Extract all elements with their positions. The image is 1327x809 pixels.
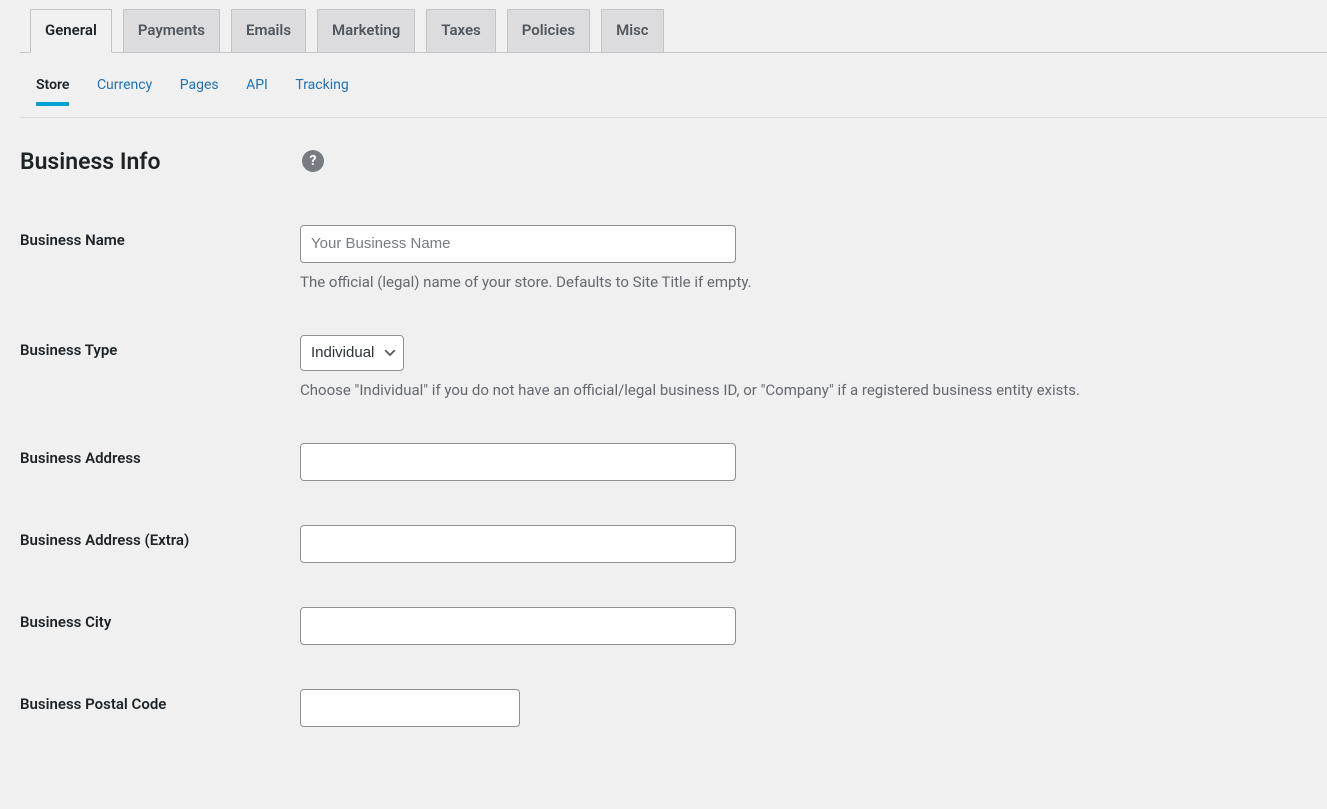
tab-taxes[interactable]: Taxes [426,9,495,52]
tab-general[interactable]: General [30,9,112,53]
main-tab-bar: General Payments Emails Marketing Taxes … [20,0,1327,53]
tab-policies[interactable]: Policies [507,9,590,52]
subtab-tracking[interactable]: Tracking [295,65,348,105]
row-business-name: Business Name The official (legal) name … [20,225,1307,291]
tab-misc[interactable]: Misc [601,9,664,52]
tab-payments[interactable]: Payments [123,9,220,52]
label-business-postal-code: Business Postal Code [20,689,300,713]
label-business-address: Business Address [20,443,300,467]
tab-marketing[interactable]: Marketing [317,9,415,52]
help-icon[interactable]: ? [302,150,324,172]
row-business-city: Business City [20,607,1307,645]
row-business-postal-code: Business Postal Code [20,689,1307,727]
label-business-address-extra: Business Address (Extra) [20,525,300,549]
subtab-currency[interactable]: Currency [97,65,152,105]
subtab-api[interactable]: API [246,65,268,105]
business-type-select[interactable]: Individual [300,335,404,371]
business-postal-code-input[interactable] [300,689,520,727]
label-business-city: Business City [20,607,300,631]
label-business-name: Business Name [20,225,300,249]
section-heading: Business Info [20,148,300,175]
tab-emails[interactable]: Emails [231,9,306,52]
business-address-input[interactable] [300,443,736,481]
label-business-type: Business Type [20,335,300,359]
business-name-input[interactable] [300,225,736,263]
subtab-pages[interactable]: Pages [180,65,219,105]
subtab-store[interactable]: Store [36,65,69,106]
sub-tab-bar: Store Currency Pages API Tracking [20,65,1327,118]
business-address-extra-input[interactable] [300,525,736,563]
business-type-description: Choose "Individual" if you do not have a… [300,381,1307,399]
business-city-input[interactable] [300,607,736,645]
business-info-section: Business Info ? Business Name The offici… [0,118,1327,791]
row-business-type: Business Type Individual Choose "Individ… [20,335,1307,399]
business-name-description: The official (legal) name of your store.… [300,273,1307,291]
row-business-address: Business Address [20,443,1307,481]
row-business-address-extra: Business Address (Extra) [20,525,1307,563]
